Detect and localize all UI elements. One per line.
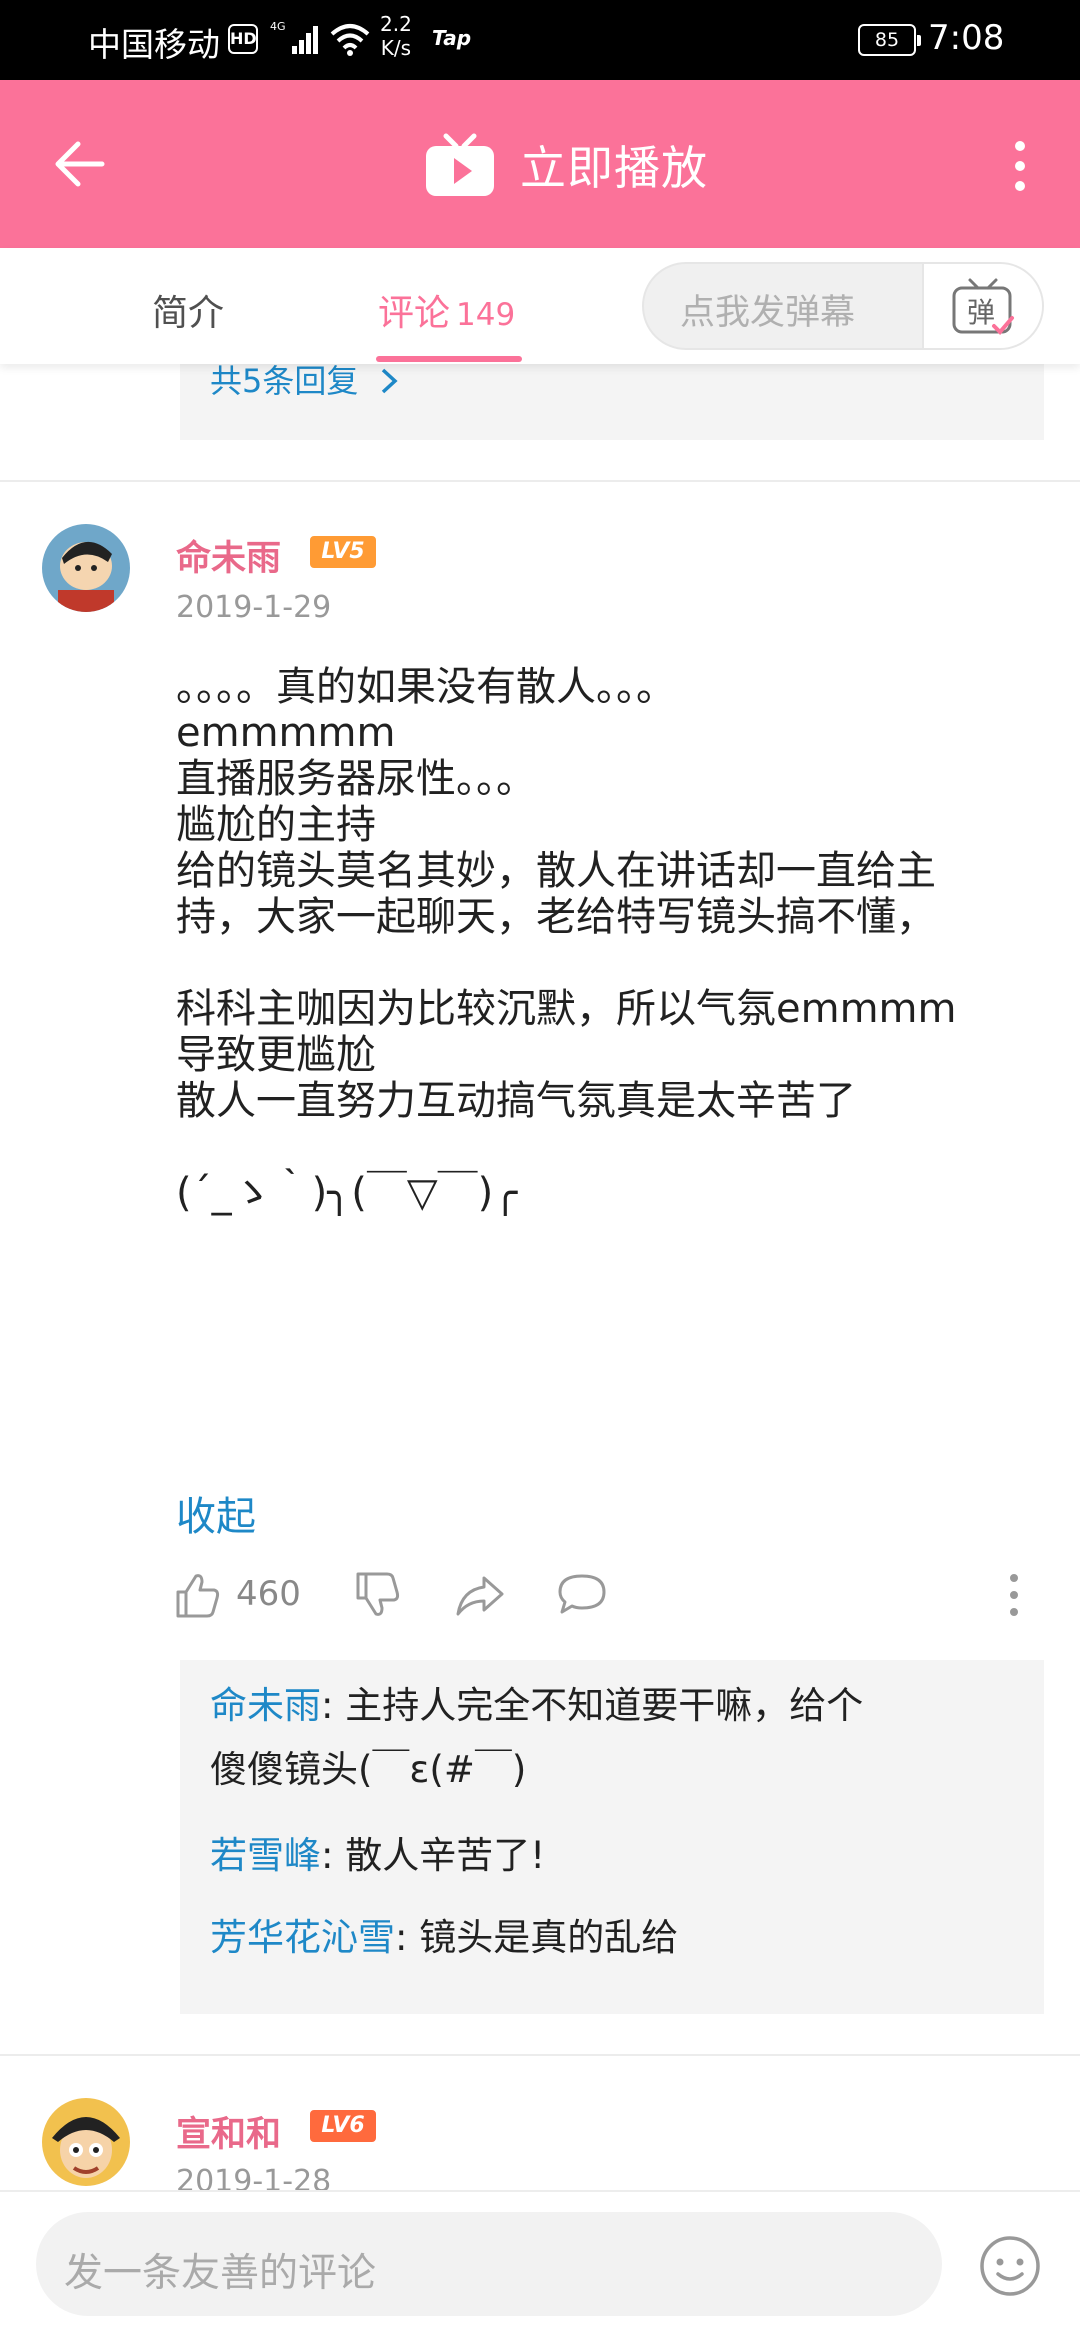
comment-line: (´_ゝ｀)╮(￣▽￣)╭ (176, 1170, 518, 1216)
comment-divider (0, 480, 1080, 482)
tab-intro[interactable]: 简介 (152, 284, 224, 336)
comment-actions: 460 (0, 1560, 1080, 1630)
battery-icon: 85 (858, 24, 921, 56)
comment-input-bar: 发一条友善的评论 (0, 2190, 1080, 2340)
like-count: 460 (236, 1574, 301, 1614)
reply-icon[interactable] (556, 1570, 608, 1620)
tab-bar: 简介 评论 149 点我发弹幕 弹 (0, 248, 1080, 364)
svg-text:4G: 4G (270, 20, 286, 33)
danmaku-toggle-button[interactable]: 弹 (922, 264, 1042, 348)
comment-line: 持，大家一起聊天，老给特写镜头搞不懂， (176, 894, 936, 940)
comment-line: 。。。。真的如果没有散人。。。 (176, 664, 676, 710)
active-tab-indicator (376, 356, 522, 362)
play-now-title[interactable]: 立即播放 (520, 132, 708, 198)
more-vertical-icon[interactable] (1006, 138, 1034, 194)
carrier-name: 中国移动 (88, 25, 220, 64)
comment-username[interactable]: 宣和和 (176, 2106, 281, 2157)
wifi-icon (330, 24, 370, 56)
reply-item[interactable]: 若雪峰: 散人辛苦了! (210, 1824, 1030, 1888)
back-arrow-icon[interactable] (52, 136, 108, 192)
reply-text: 主持人完全不知道要干嘛，给个 (345, 1684, 864, 1727)
danmaku-placeholder: 点我发弹幕 (680, 293, 856, 333)
network-speed: 2.2 K/s (380, 12, 412, 60)
reply-text-continued: 傻傻镜头(￣ε(#￣) (210, 1748, 527, 1791)
level-badge: LV5 (310, 536, 376, 568)
comment-line: emmmmm (176, 710, 396, 756)
share-icon[interactable] (454, 1570, 506, 1620)
comment-divider (0, 2054, 1080, 2056)
signal-icon: 4G (270, 20, 318, 54)
comment-input[interactable]: 发一条友善的评论 (36, 2212, 942, 2316)
comment-line (176, 940, 1036, 986)
like-icon[interactable] (172, 1570, 222, 1620)
clock: 7:08 (928, 18, 1005, 58)
replies-box[interactable]: 命未雨: 主持人完全不知道要干嘛，给个 傻傻镜头(￣ε(#￣) 若雪峰: 散人辛… (180, 1660, 1044, 2014)
comment-body: 。。。。真的如果没有散人。。。 emmmmm 直播服务器尿性。。。 尴尬的主持 … (176, 664, 1036, 1216)
comment-line: 导致更尴尬 (176, 1032, 376, 1078)
danmaku-input[interactable]: 点我发弹幕 弹 (642, 262, 1044, 350)
comment-line: 科科主咖因为比较沉默，所以气氛emmmm (176, 986, 957, 1032)
comment-line: 尴尬的主持 (176, 802, 376, 848)
dislike-icon[interactable] (352, 1570, 402, 1620)
danmaku-tv-icon: 弹 (952, 278, 1014, 335)
tv-play-icon[interactable] (424, 132, 496, 198)
more-replies-label: 共5条回复 (210, 362, 359, 400)
reply-separator: : (395, 1916, 420, 1959)
speed-value: 2.2 (380, 12, 412, 36)
reply-item[interactable]: 芳华花沁雪: 镜头是真的乱给 (210, 1906, 1030, 1970)
reply-text: 散人辛苦了! (345, 1834, 546, 1877)
reply-separator: : (321, 1684, 346, 1727)
chevron-right-icon (381, 368, 398, 394)
emoji-icon[interactable] (978, 2234, 1042, 2298)
reply-username[interactable]: 芳华花沁雪 (210, 1916, 395, 1959)
status-bar: 中国移动 HD 4G 2.2 K/s Tap 85 7:08 (0, 0, 1080, 80)
comment-username[interactable]: 命未雨 (176, 530, 281, 581)
comment-line (176, 1124, 1036, 1170)
reply-text: 镜头是真的乱给 (419, 1916, 679, 1959)
top-app-bar: 立即播放 (0, 80, 1080, 248)
reply-username[interactable]: 若雪峰 (210, 1834, 321, 1877)
speed-unit: K/s (380, 36, 412, 60)
more-vertical-icon[interactable] (1008, 1570, 1020, 1620)
tap-icon: Tap (432, 26, 472, 50)
avatar[interactable] (42, 524, 130, 612)
comment-input-placeholder: 发一条友善的评论 (64, 2251, 377, 2296)
avatar[interactable] (42, 2098, 130, 2186)
comment-line: 散人一直努力互动搞气氛真是太辛苦了 (176, 1078, 856, 1124)
level-badge: LV6 (310, 2110, 376, 2142)
collapse-link[interactable]: 收起 (176, 1484, 256, 1542)
comment-line: 直播服务器尿性。。。 (176, 756, 536, 802)
reply-username[interactable]: 命未雨 (210, 1684, 321, 1727)
reply-separator: : (321, 1834, 346, 1877)
comment-date: 2019-1-29 (176, 590, 332, 625)
tab-comments-label: 评论 (378, 293, 451, 334)
danmaku-button-label: 弹 (967, 296, 995, 329)
reply-item[interactable]: 命未雨: 主持人完全不知道要干嘛，给个 傻傻镜头(￣ε(#￣) (210, 1674, 1030, 1802)
tab-comments-count: 149 (456, 297, 516, 333)
comment-line: 给的镜头莫名其妙，散人在讲话却一直给主 (176, 848, 936, 894)
tab-comments[interactable]: 评论 149 (378, 284, 515, 336)
hd-icon: HD (228, 24, 258, 54)
